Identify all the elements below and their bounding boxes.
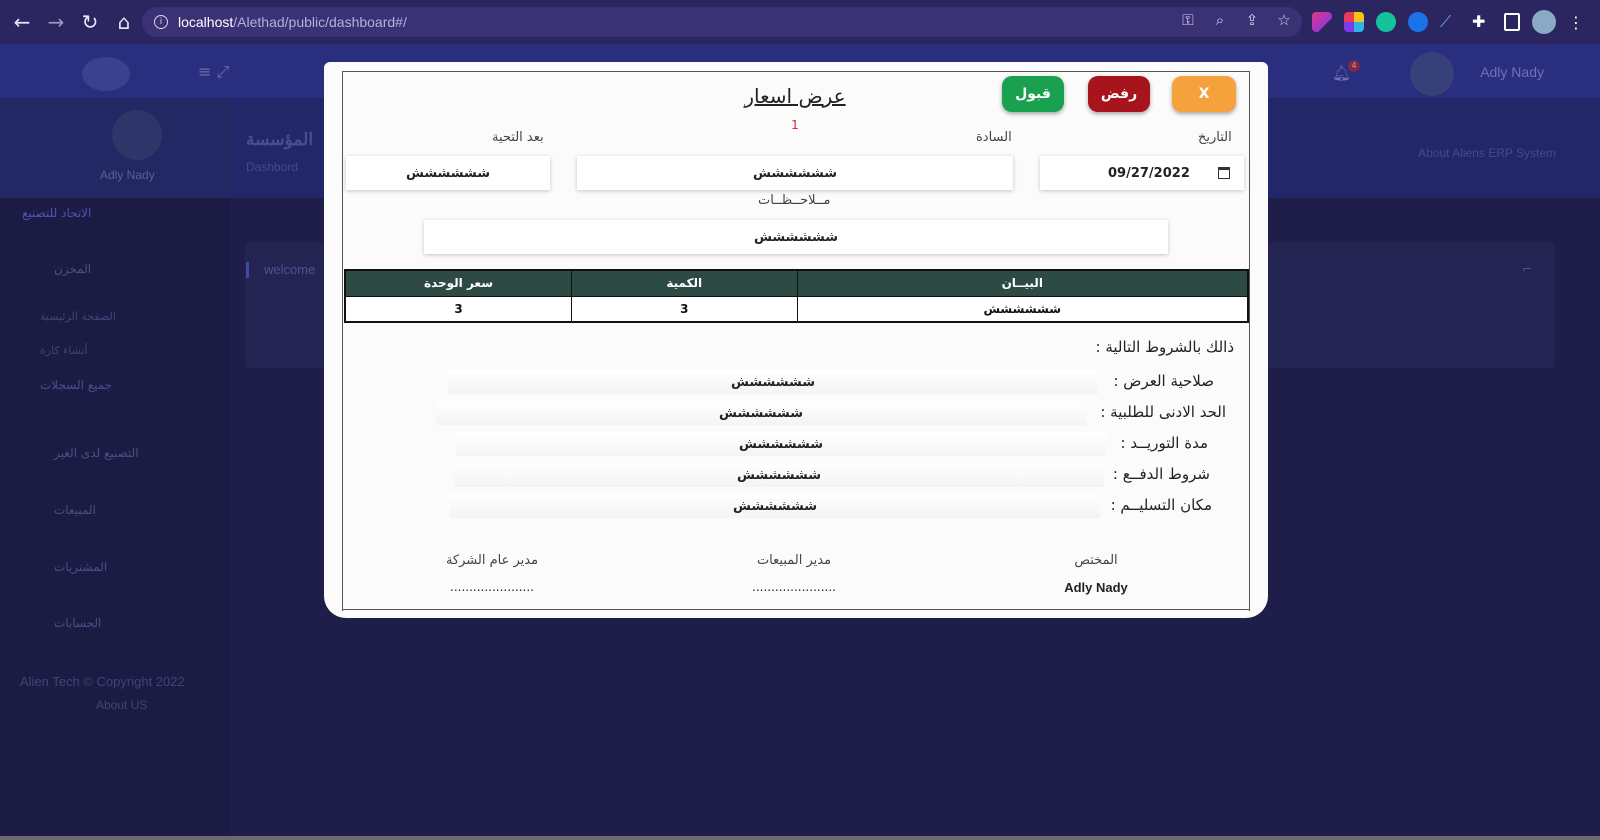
specialist-label: المختص bbox=[1074, 553, 1118, 568]
table-header-row: البيــان الكمية سعر الوحدة bbox=[344, 269, 1249, 297]
term-label-validity: صلاحية العرض : bbox=[1113, 372, 1214, 390]
bookmark-star-icon[interactable]: ☆ bbox=[1274, 11, 1294, 29]
key-icon[interactable]: ⚿ bbox=[1178, 11, 1198, 29]
date-label: التاريخ bbox=[1198, 130, 1232, 145]
menu-kebab-icon[interactable]: ⋮ bbox=[1568, 13, 1584, 32]
column-header-unit-price: سعر الوحدة bbox=[344, 269, 573, 297]
sidebar-avatar bbox=[112, 110, 162, 160]
general-manager-signature: ...................... bbox=[450, 580, 534, 594]
header-user-name[interactable]: Adly Nady bbox=[1480, 64, 1544, 80]
extension-4-icon[interactable] bbox=[1408, 12, 1428, 32]
browser-toolbar: ← → ↻ ⌂ i localhost/Alethad/public/dashb… bbox=[0, 0, 1600, 44]
column-header-quantity: الكمية bbox=[571, 269, 798, 297]
calendar-icon[interactable] bbox=[1218, 167, 1230, 179]
modal-title: عرض اسعار bbox=[744, 84, 846, 108]
sidebar-item-all-records[interactable]: جميع السجلات bbox=[40, 378, 112, 392]
term-label-delivery-place: مكان التسليــم : bbox=[1110, 496, 1212, 514]
reload-icon[interactable]: ↻ bbox=[74, 6, 106, 38]
sidebar-company: الاتحاد للتصنيع bbox=[22, 206, 92, 220]
term-value-min-order: شششششش bbox=[436, 401, 1086, 425]
term-value-delivery-place: شششششش bbox=[450, 494, 1100, 518]
sidebar-item-home[interactable]: الصفحة الرئيسية bbox=[40, 310, 116, 323]
sidebar-item-outsourcing[interactable]: التصنيع لدى الغير bbox=[54, 446, 139, 460]
accept-button[interactable]: قبول bbox=[1002, 76, 1064, 112]
term-label-supply-period: مدة التوريــد : bbox=[1120, 434, 1208, 452]
sidebar-item-accounts[interactable]: الحسابات bbox=[54, 616, 101, 630]
cell-quantity: 3 bbox=[571, 295, 798, 323]
welcome-text: welcome bbox=[264, 262, 316, 277]
table-row: شششششش 3 3 bbox=[344, 295, 1249, 323]
site-info-icon[interactable]: i bbox=[154, 15, 168, 29]
welcome-accent bbox=[246, 262, 249, 278]
sidebar-item-create-card[interactable]: أنشاء كارة bbox=[40, 344, 88, 357]
app-logo bbox=[82, 57, 130, 91]
modal-frame-bottom bbox=[342, 609, 1250, 610]
notes-label: مــلاحــظــات bbox=[758, 193, 831, 208]
column-header-description: البيــان bbox=[796, 269, 1249, 297]
greeting-input[interactable]: شششششش bbox=[346, 156, 550, 190]
term-label-min-order: الحد الادنى للطلبية : bbox=[1100, 403, 1226, 421]
general-manager-label: مدير عام الشركة bbox=[445, 553, 539, 568]
notes-input[interactable]: شششششش bbox=[424, 220, 1168, 254]
sidebar-about-link[interactable]: About US bbox=[96, 698, 147, 712]
term-value-supply-period: شششششش bbox=[456, 432, 1106, 456]
sidebar-item-sales[interactable]: المبيعات bbox=[54, 503, 96, 517]
url-text: localhost/Alethad/public/dashboard#/ bbox=[178, 14, 407, 30]
share-icon[interactable]: ⇪ bbox=[1242, 11, 1262, 29]
sidebar-item-purchases[interactable]: المشتريات bbox=[54, 560, 107, 574]
card-collapse-icon[interactable]: ⌐ bbox=[1522, 262, 1532, 276]
items-table: البيــان الكمية سعر الوحدة شششششش 3 3 bbox=[344, 269, 1249, 323]
forward-icon[interactable]: → bbox=[40, 6, 72, 38]
sales-manager-label: مدير المبيعات bbox=[756, 553, 832, 568]
date-value: 09/27/2022 bbox=[1108, 165, 1190, 181]
specialist-name: Adly Nady bbox=[1064, 580, 1128, 595]
hero-about-link[interactable]: About Aliens ERP System bbox=[1418, 146, 1556, 160]
sidebar-user-name[interactable]: Adly Nady bbox=[100, 168, 155, 182]
close-button[interactable]: X bbox=[1172, 76, 1236, 112]
recipient-input[interactable]: شششششش bbox=[577, 156, 1013, 190]
sidebar-item-warehouse[interactable]: المخزن bbox=[54, 262, 91, 276]
extension-5-icon[interactable]: ⟋ bbox=[1440, 12, 1460, 32]
home-icon[interactable]: ⌂ bbox=[108, 6, 140, 38]
extension-1-icon[interactable] bbox=[1312, 12, 1332, 32]
hero-subtitle: Dashbord bbox=[246, 160, 299, 174]
hamburger-icon[interactable]: ≡ ⤢ bbox=[198, 62, 229, 82]
sales-manager-signature: ...................... bbox=[752, 580, 836, 594]
grammarly-icon[interactable] bbox=[1376, 12, 1396, 32]
term-value-payment-terms: شششششش bbox=[454, 463, 1104, 487]
reject-button[interactable]: رفض bbox=[1088, 76, 1150, 112]
extensions-puzzle-icon[interactable]: ✚ bbox=[1472, 12, 1492, 32]
cell-description: شششششش bbox=[796, 295, 1249, 323]
greeting-label: بعد التحية bbox=[492, 130, 544, 145]
terms-heading: ذالك بالشروط التالية : bbox=[1095, 338, 1234, 356]
zoom-icon[interactable]: ⌕ bbox=[1210, 11, 1230, 29]
hero-title: المؤسسة bbox=[246, 130, 314, 149]
profile-avatar-icon[interactable] bbox=[1532, 10, 1556, 34]
cell-unit-price: 3 bbox=[344, 295, 573, 323]
recipient-label: السادة bbox=[976, 130, 1012, 145]
date-input[interactable]: 09/27/2022 bbox=[1040, 156, 1244, 190]
back-icon[interactable]: ← bbox=[6, 6, 38, 38]
address-bar[interactable]: i localhost/Alethad/public/dashboard#/ ⚿… bbox=[142, 7, 1302, 37]
quote-number: 1 bbox=[791, 118, 799, 132]
side-panel-icon[interactable] bbox=[1504, 13, 1520, 31]
term-label-payment-terms: شروط الدفــع : bbox=[1112, 465, 1210, 483]
sidebar-copyright: Alien Tech © Copyright 2022 bbox=[20, 674, 185, 689]
sidebar bbox=[0, 198, 230, 840]
notification-badge: 4 bbox=[1348, 60, 1360, 72]
bottom-scrollbar bbox=[0, 836, 1600, 840]
extension-2-icon[interactable] bbox=[1344, 12, 1364, 32]
header-avatar[interactable] bbox=[1410, 52, 1454, 96]
term-value-validity: شششششش bbox=[448, 370, 1098, 394]
